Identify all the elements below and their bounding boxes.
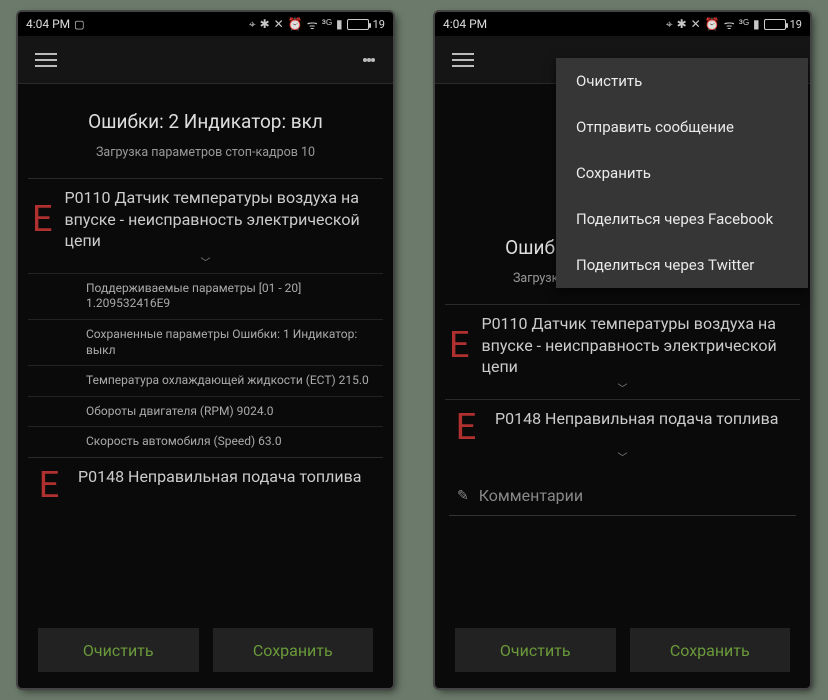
param-row: Обороты двигателя (RPM) 9024.0 — [28, 396, 383, 427]
error-description: Неправильная подача топлива — [545, 409, 778, 428]
button-bar: Очистить Сохранить — [28, 614, 383, 688]
location-icon: ⌖ — [666, 17, 673, 32]
param-row: Сохраненные параметры Ошибки: 1 Индикато… — [28, 319, 383, 365]
clear-button[interactable]: Очистить — [455, 628, 616, 672]
menu-item-share-twitter[interactable]: Поделиться через Twitter — [556, 242, 808, 288]
error-indicator-icon: E — [449, 408, 483, 448]
param-row: Скорость автомобиля (Speed) 63.0 — [28, 426, 383, 457]
network-icon: ³ᴳ — [322, 17, 332, 31]
alarm-icon: ⏰ — [705, 17, 720, 31]
hamburger-menu-icon[interactable] — [28, 42, 64, 78]
picture-icon: ▢ — [74, 18, 84, 31]
bluetooth-icon: ✱ — [260, 17, 270, 31]
clock: 4:04 PM — [26, 17, 70, 31]
menu-item-clear[interactable]: Очистить — [556, 58, 808, 104]
comments-placeholder: Комментарии — [479, 486, 583, 505]
error-code: P0110 — [64, 188, 110, 207]
mute-icon: ✕ — [274, 17, 284, 31]
error-item[interactable]: E P0110 Датчик температуры воздуха на вп… — [445, 304, 800, 384]
location-icon: ⌖ — [249, 17, 256, 32]
content-area: Ошибки: 2 Индикатор: вкл Загрузка параме… — [18, 84, 393, 688]
overflow-menu-popup: Очистить Отправить сообщение Сохранить П… — [556, 58, 808, 288]
pencil-icon: ✎ — [457, 488, 469, 504]
phone-screen-2: 4:04 PM ⌖ ✱ ✕ ⏰ ᯤ ³ᴳ ▮ 19 Очистить Отпра… — [435, 12, 810, 688]
error-indicator-icon: E — [449, 326, 469, 366]
page-subtitle: Загрузка параметров стоп-кадров 10 — [28, 145, 383, 160]
chevron-down-icon[interactable]: ﹀ — [28, 254, 383, 269]
param-row: Температура охлаждающей жидкости (ECT) 2… — [28, 365, 383, 396]
chevron-down-icon[interactable]: ﹀ — [445, 449, 800, 464]
error-item[interactable]: E P0110 Датчик температуры воздуха на вп… — [28, 178, 383, 258]
menu-item-save[interactable]: Сохранить — [556, 150, 808, 196]
error-item[interactable]: E P0148 Неправильная подача топлива — [445, 399, 800, 454]
signal-icon: ▮ — [336, 17, 343, 31]
error-description: Неправильная подача топлива — [128, 467, 361, 486]
signal-icon: ▮ — [753, 17, 760, 31]
menu-item-share-facebook[interactable]: Поделиться через Facebook — [556, 196, 808, 242]
comments-input[interactable]: ✎ Комментарии — [449, 476, 796, 516]
status-bar: 4:04 PM ⌖ ✱ ✕ ⏰ ᯤ ³ᴳ ▮ 19 — [435, 12, 810, 36]
page-title: Ошибки: 2 Индикатор: вкл — [28, 110, 383, 133]
phone-screen-1: 4:04 PM ▢ ⌖ ✱ ✕ ⏰ ᯤ ³ᴳ ▮ 19 Ошибки: 2 Ин… — [18, 12, 393, 688]
network-icon: ³ᴳ — [739, 17, 749, 31]
battery-icon — [764, 19, 786, 30]
clear-button[interactable]: Очистить — [38, 628, 199, 672]
battery-percent: 19 — [373, 18, 385, 31]
mute-icon: ✕ — [691, 17, 701, 31]
error-code: P0110 — [481, 314, 527, 333]
overflow-menu-icon[interactable] — [351, 42, 387, 78]
status-bar: 4:04 PM ▢ ⌖ ✱ ✕ ⏰ ᯤ ³ᴳ ▮ 19 — [18, 12, 393, 36]
error-indicator-icon: E — [32, 466, 66, 506]
chevron-down-icon[interactable]: ﹀ — [445, 380, 800, 395]
error-code: P0148 — [495, 409, 541, 428]
error-item[interactable]: E P0148 Неправильная подача топлива — [28, 457, 383, 512]
wifi-icon: ᯤ — [307, 16, 318, 33]
bluetooth-icon: ✱ — [677, 17, 687, 31]
app-bar — [18, 36, 393, 84]
save-button[interactable]: Сохранить — [213, 628, 374, 672]
alarm-icon: ⏰ — [288, 17, 303, 31]
battery-icon — [347, 19, 369, 30]
param-row: Поддерживаемые параметры [01 - 20] 1.209… — [28, 273, 383, 319]
error-indicator-icon: E — [32, 200, 52, 240]
save-button[interactable]: Сохранить — [630, 628, 791, 672]
clock: 4:04 PM — [443, 17, 487, 31]
error-code: P0148 — [78, 467, 124, 486]
hamburger-menu-icon[interactable] — [445, 42, 481, 78]
battery-percent: 19 — [790, 18, 802, 31]
menu-item-send-message[interactable]: Отправить сообщение — [556, 104, 808, 150]
wifi-icon: ᯤ — [724, 16, 735, 33]
button-bar: Очистить Сохранить — [445, 614, 800, 688]
